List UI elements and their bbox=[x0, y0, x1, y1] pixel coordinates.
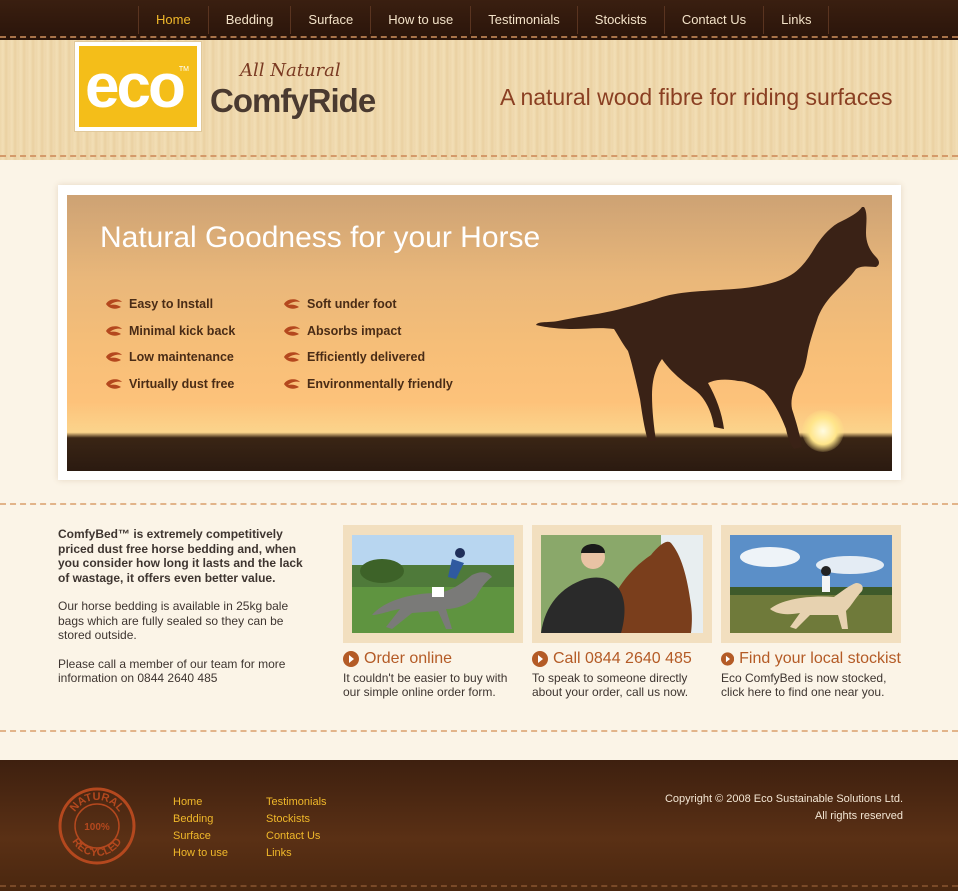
racehorse-jockey-image bbox=[352, 535, 514, 633]
footer-link-links[interactable]: Links bbox=[266, 845, 327, 862]
card-description: Eco ComfyBed is now stocked, click here … bbox=[721, 671, 887, 699]
leaf-icon bbox=[106, 352, 122, 362]
leaf-icon bbox=[284, 378, 300, 389]
card-title-text: Order online bbox=[364, 650, 453, 667]
feature-label: Environmentally friendly bbox=[307, 376, 453, 391]
feature-label: Minimal kick back bbox=[129, 323, 236, 338]
order-online-card[interactable]: Order online It couldn't be easier to bu… bbox=[343, 525, 523, 699]
card-title-text: Call 0844 2640 485 bbox=[553, 650, 692, 667]
feature-item: Low maintenance bbox=[105, 344, 235, 371]
footer-link-stockists[interactable]: Stockists bbox=[266, 811, 327, 828]
nav-item-bedding[interactable]: Bedding bbox=[207, 6, 291, 34]
card-title[interactable]: Order online bbox=[343, 650, 523, 668]
nav-item-links[interactable]: Links bbox=[763, 6, 830, 34]
footer-link-testimonials[interactable]: Testimonials bbox=[266, 794, 327, 811]
rights-text: All rights reserved bbox=[814, 810, 903, 822]
recycled-stamp-icon: NATURAL RECYCLED 100% bbox=[58, 787, 136, 865]
nav-menu: Home Bedding Surface How to use Testimon… bbox=[138, 6, 830, 34]
feature-list-left: Easy to Install Minimal kick back Low ma… bbox=[105, 291, 235, 397]
arrow-right-icon bbox=[532, 651, 548, 667]
feature-item: Easy to Install bbox=[105, 291, 235, 318]
footer-link-surface[interactable]: Surface bbox=[173, 828, 228, 845]
feature-label: Efficiently delivered bbox=[307, 350, 426, 365]
leaf-icon bbox=[106, 299, 122, 309]
feature-label: Easy to Install bbox=[129, 297, 214, 312]
hero-banner-frame: Natural Goodness for your Horse Easy to … bbox=[58, 185, 901, 480]
feature-label: Absorbs impact bbox=[307, 323, 402, 338]
logo-text: eco bbox=[85, 52, 186, 121]
card-title-text: Find your local stockist bbox=[739, 650, 901, 667]
site-header: eco TM All Natural ComfyRide A natural w… bbox=[0, 40, 958, 160]
leaf-icon bbox=[284, 352, 300, 362]
intro-paragraph: Our horse bedding is available in 25kg b… bbox=[58, 599, 289, 642]
arrow-right-icon bbox=[343, 651, 359, 667]
section-divider bbox=[0, 730, 958, 732]
footer-link-contact-us[interactable]: Contact Us bbox=[266, 828, 327, 845]
leaf-icon bbox=[284, 299, 300, 309]
footer-link-bedding[interactable]: Bedding bbox=[173, 811, 228, 828]
nav-item-how-to-use[interactable]: How to use bbox=[370, 6, 470, 34]
horse-silhouette-image bbox=[536, 207, 879, 449]
eco-logo[interactable]: eco TM bbox=[75, 42, 201, 131]
copyright-block: Copyright © 2008 Eco Sustainable Solutio… bbox=[665, 791, 903, 825]
brand-prefix: All Natural bbox=[240, 60, 341, 81]
nav-item-stockists[interactable]: Stockists bbox=[576, 6, 664, 34]
rider-hugging-horse-image bbox=[541, 535, 703, 633]
site-footer: NATURAL RECYCLED 100% Home Bedding Surfa… bbox=[0, 760, 958, 891]
stamp-bottom-text: RECYCLED bbox=[70, 836, 125, 859]
feature-item: Soft under foot bbox=[283, 291, 453, 318]
footer-link-how-to-use[interactable]: How to use bbox=[173, 845, 228, 862]
arrow-right-icon bbox=[721, 652, 735, 666]
feature-label: Virtually dust free bbox=[129, 376, 235, 391]
leaf-icon bbox=[106, 325, 122, 336]
card-photo-frame bbox=[721, 525, 901, 643]
footer-link-home[interactable]: Home bbox=[173, 794, 228, 811]
feature-item: Environmentally friendly bbox=[283, 371, 453, 398]
leaf-icon bbox=[284, 325, 300, 336]
footer-links-col1: Home Bedding Surface How to use bbox=[173, 794, 228, 862]
feature-label: Low maintenance bbox=[129, 350, 234, 365]
feature-item: Virtually dust free bbox=[105, 371, 235, 398]
card-photo-frame bbox=[532, 525, 712, 643]
card-title[interactable]: Find your local stockist bbox=[721, 650, 901, 668]
card-description: To speak to someone directly about your … bbox=[532, 671, 689, 699]
leaf-icon bbox=[106, 378, 122, 389]
feature-item: Absorbs impact bbox=[283, 318, 453, 345]
nav-item-testimonials[interactable]: Testimonials bbox=[470, 6, 577, 34]
brand-name: ComfyRide bbox=[210, 82, 376, 119]
intro-paragraph-bold: ComfyBed™ is extremely competitively pri… bbox=[58, 527, 303, 585]
copyright-text: Copyright © 2008 Eco Sustainable Solutio… bbox=[664, 793, 903, 805]
footer-links-col2: Testimonials Stockists Contact Us Links bbox=[266, 794, 327, 862]
rider-on-horse-field-image bbox=[730, 535, 892, 633]
nav-item-home[interactable]: Home bbox=[138, 6, 208, 34]
stamp-mid-text: 100% bbox=[84, 822, 110, 833]
feature-item: Efficiently delivered bbox=[283, 344, 453, 371]
feature-item: Minimal kick back bbox=[105, 318, 235, 345]
logo-trademark: TM bbox=[178, 66, 189, 73]
intro-paragraph: Please call a member of our team for mor… bbox=[58, 656, 286, 686]
nav-item-contact-us[interactable]: Contact Us bbox=[663, 6, 763, 34]
card-description: It couldn't be easier to buy with our si… bbox=[343, 671, 508, 699]
find-stockist-card[interactable]: Find your local stockist Eco ComfyBed is… bbox=[721, 525, 901, 699]
intro-text: ComfyBed™ is extremely competitively pri… bbox=[58, 527, 316, 700]
header-tagline: A natural wood fibre for riding surfaces bbox=[500, 84, 893, 110]
top-navigation: Home Bedding Surface How to use Testimon… bbox=[0, 0, 958, 40]
feature-label: Soft under foot bbox=[307, 297, 397, 312]
section-divider bbox=[0, 503, 958, 505]
card-title[interactable]: Call 0844 2640 485 bbox=[532, 650, 712, 668]
feature-list-right: Soft under foot Absorbs impact Efficient… bbox=[283, 291, 453, 397]
nav-item-surface[interactable]: Surface bbox=[290, 6, 370, 34]
svg-text:RECYCLED: RECYCLED bbox=[70, 836, 125, 859]
hero-title: Natural Goodness for your Horse bbox=[100, 221, 541, 254]
call-us-card[interactable]: Call 0844 2640 485 To speak to someone d… bbox=[532, 525, 712, 699]
hero-banner: Natural Goodness for your Horse Easy to … bbox=[67, 195, 892, 471]
card-photo-frame bbox=[343, 525, 523, 643]
